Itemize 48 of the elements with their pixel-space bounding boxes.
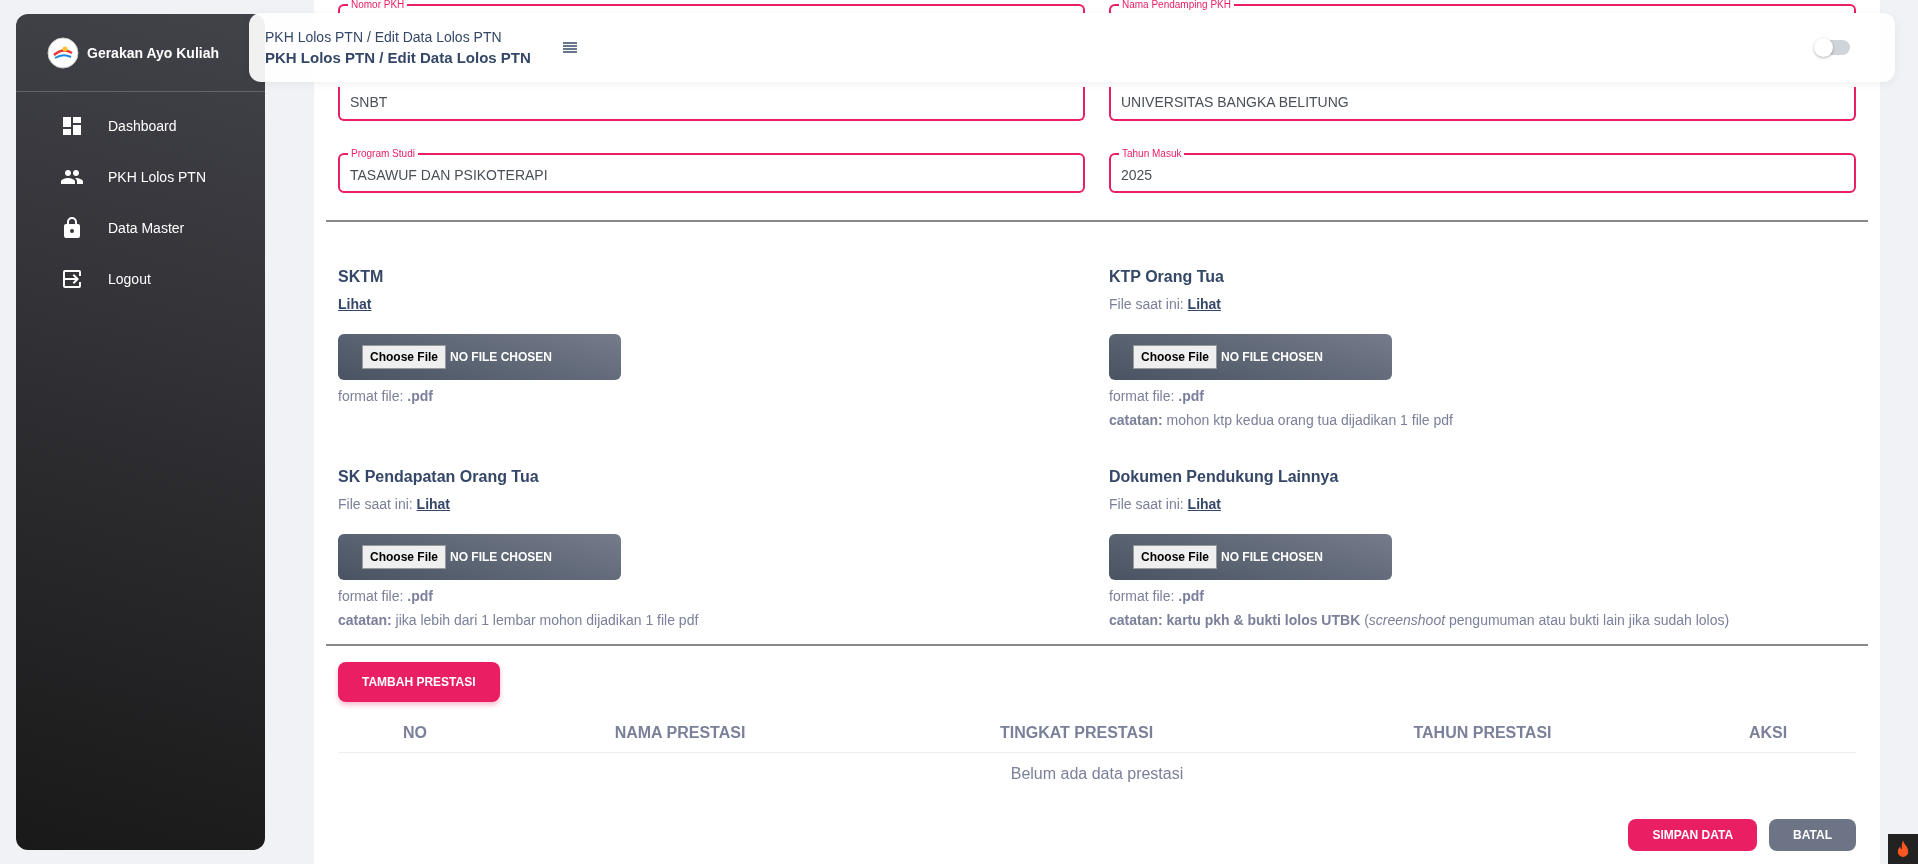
format-hint: format file: .pdf	[1109, 388, 1205, 404]
view-link[interactable]: Lihat	[1187, 496, 1222, 512]
choose-file-button[interactable]: Choose File	[1133, 345, 1217, 369]
sidebar-item[interactable]: Dashboard	[26, 100, 255, 151]
file-input[interactable]: Choose File NO FILE CHOSEN	[338, 534, 621, 580]
menu-icon[interactable]	[562, 41, 577, 54]
format-hint: format file: .pdf	[338, 588, 434, 604]
input-field[interactable]: UNIVERSITAS BANGKA BELITUNG	[1109, 87, 1856, 121]
sidebar-item[interactable]: PKH Lolos PTN	[26, 151, 255, 202]
flame-icon[interactable]	[1888, 834, 1918, 864]
file-input[interactable]: Choose File NO FILE CHOSEN	[1109, 334, 1392, 380]
choose-file-button[interactable]: Choose File	[362, 345, 446, 369]
note-text: catatan: jika lebih dari 1 lembar mohon dijadikan 1 file pdf	[338, 612, 700, 628]
note-text: catatan: mohon ktp kedua orang tua dijadikan 1 file pdf	[1109, 412, 1454, 428]
current-file-text: File saat ini: Lihat	[1109, 496, 1222, 512]
current-file-text: File saat ini: Lihat	[338, 496, 451, 512]
logo-icon	[47, 36, 79, 69]
view-link[interactable]: Lihat	[338, 296, 372, 312]
input-field[interactable]: SNBT	[338, 87, 1085, 121]
page-title: PKH Lolos PTN / Edit Data Lolos PTN	[265, 49, 531, 66]
choose-file-button[interactable]: Choose File	[1133, 545, 1217, 569]
empty-table-message: Belum ada data prestasi	[1010, 765, 1184, 782]
file-input[interactable]: Choose File NO FILE CHOSEN	[338, 334, 621, 380]
view-link[interactable]: Lihat	[1187, 296, 1222, 312]
add-achievement-button[interactable]: TAMBAH PRESTASI	[338, 662, 500, 702]
toggle-switch[interactable]	[1816, 40, 1850, 55]
column-header: NO	[403, 724, 427, 742]
file-input[interactable]: Choose File NO FILE CHOSEN	[1109, 534, 1392, 580]
format-hint: format file: .pdf	[1109, 588, 1205, 604]
current-file-text: File saat ini: Lihat	[1109, 296, 1222, 312]
column-header: TAHUN PRESTASI	[1413, 724, 1552, 742]
upload-title: SKTM	[338, 268, 385, 286]
upload-title: SK Pendapatan Orang Tua	[338, 468, 540, 486]
breadcrumb: PKH Lolos PTN / Edit Data Lolos PTN	[265, 29, 503, 45]
column-header: AKSI	[1748, 724, 1788, 742]
sidebar-item[interactable]: Logout	[26, 253, 255, 304]
choose-file-button[interactable]: Choose File	[362, 545, 446, 569]
brand-name: Gerakan Ayo Kuliah	[87, 44, 219, 61]
view-link[interactable]: Lihat	[416, 496, 451, 512]
note-text: catatan: kartu pkh & bukti lolos UTBK (screenshoot pengumuman atau bukti lain jika sudah lolos)	[1109, 612, 1731, 628]
format-hint: format file: .pdf	[338, 388, 434, 404]
upload-title: KTP Orang Tua	[1109, 268, 1225, 286]
save-button[interactable]: SIMPAN DATA	[1628, 819, 1758, 851]
column-header: NAMA PRESTASI	[614, 724, 746, 742]
upload-title: Dokumen Pendukung Lainnya	[1109, 468, 1340, 486]
sidebar-item[interactable]: Data Master	[26, 202, 255, 253]
column-header: TINGKAT PRESTASI	[999, 724, 1154, 742]
cancel-button[interactable]: BATAL	[1769, 819, 1856, 851]
